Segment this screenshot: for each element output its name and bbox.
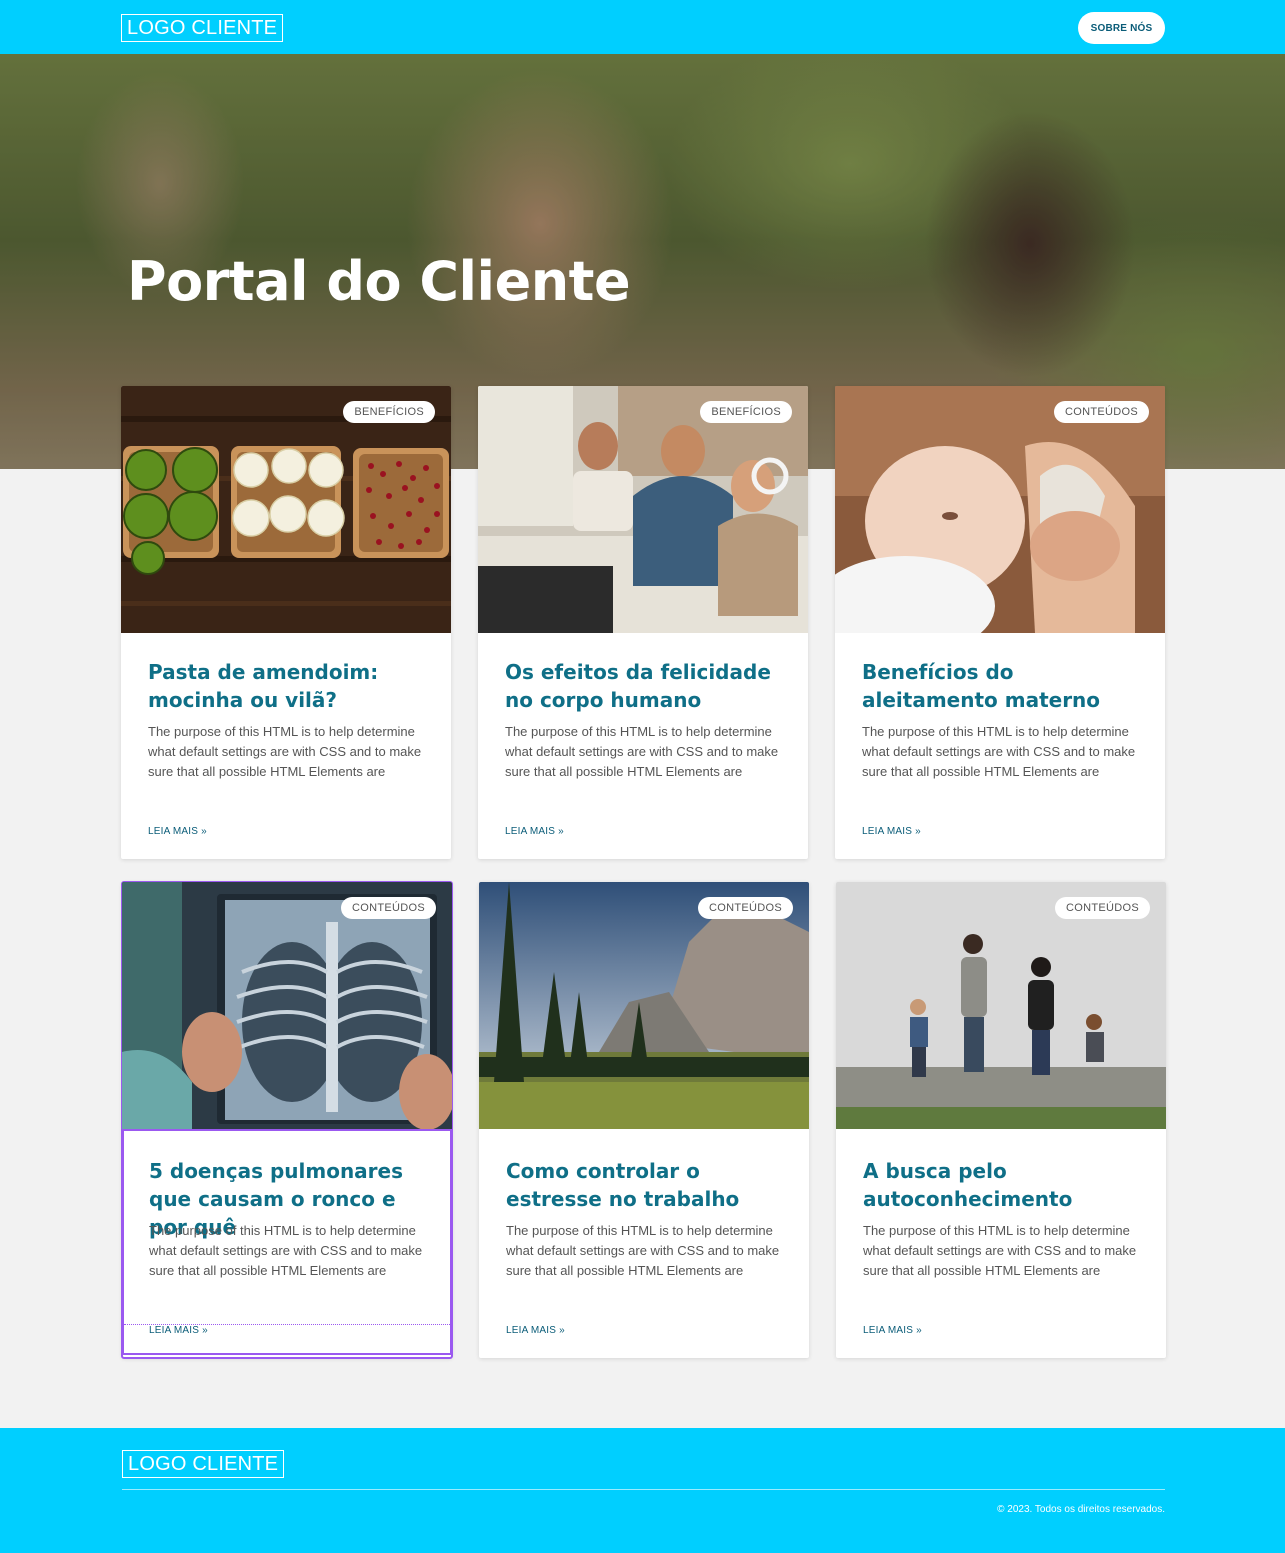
article-card[interactable]: CONTEÚDOS Como controlar o estresse no t…: [479, 882, 809, 1358]
read-more-link[interactable]: LEIA MAIS »: [148, 826, 207, 837]
category-badge[interactable]: BENEFÍCIOS: [343, 401, 435, 423]
article-card[interactable]: CONTEÚDOS 5 doenças pulmonares que causa…: [121, 881, 453, 1359]
read-more-link[interactable]: LEIA MAIS »: [506, 1325, 565, 1336]
article-card[interactable]: CONTEÚDOS Benefícios do aleitamento mate…: [835, 386, 1165, 859]
read-more-link[interactable]: LEIA MAIS »: [505, 826, 564, 837]
read-more-link[interactable]: LEIA MAIS »: [862, 826, 921, 837]
site-header: LOGO CLIENTE SOBRE NÓS: [0, 0, 1285, 54]
article-excerpt: The purpose of this HTML is to help dete…: [863, 1223, 1137, 1278]
article-title[interactable]: Benefícios do aleitamento materno: [862, 658, 1147, 714]
copyright-text: © 2023. Todos os direitos reservados.: [997, 1504, 1165, 1515]
article-image[interactable]: CONTEÚDOS: [479, 882, 809, 1129]
article-image[interactable]: BENEFÍCIOS: [478, 386, 808, 633]
header-logo[interactable]: LOGO CLIENTE: [121, 14, 284, 42]
category-badge[interactable]: CONTEÚDOS: [341, 897, 436, 919]
site-footer: LOGO CLIENTE © 2023. Todos os direitos r…: [0, 1428, 1285, 1553]
article-card[interactable]: BENEFÍCIOS Pasta de amendoim: mocinha ou…: [121, 386, 451, 859]
footer-logo[interactable]: LOGO CLIENTE: [122, 1450, 285, 1478]
category-badge[interactable]: CONTEÚDOS: [1055, 897, 1150, 919]
article-card[interactable]: BENEFÍCIOS Os efeitos da felicidade no c…: [478, 386, 808, 859]
article-image[interactable]: CONTEÚDOS: [836, 882, 1166, 1129]
category-badge[interactable]: BENEFÍCIOS: [700, 401, 792, 423]
article-image[interactable]: CONTEÚDOS: [835, 386, 1165, 633]
article-excerpt: The purpose of this HTML is to help dete…: [862, 724, 1136, 779]
page-title: Portal do Cliente: [127, 250, 631, 313]
article-title[interactable]: A busca pelo autoconhecimento: [863, 1157, 1148, 1213]
footer-divider: [122, 1489, 1165, 1490]
article-title[interactable]: Pasta de amendoim: mocinha ou vilã?: [148, 658, 433, 714]
article-excerpt: The purpose of this HTML is to help dete…: [505, 724, 779, 779]
article-card[interactable]: CONTEÚDOS A busca pelo autoconhecimento …: [836, 882, 1166, 1358]
article-excerpt: The purpose of this HTML is to help dete…: [506, 1223, 780, 1278]
article-title[interactable]: Os efeitos da felicidade no corpo humano: [505, 658, 790, 714]
category-badge[interactable]: CONTEÚDOS: [698, 897, 793, 919]
category-badge[interactable]: CONTEÚDOS: [1054, 401, 1149, 423]
read-more-link[interactable]: LEIA MAIS »: [863, 1325, 922, 1336]
article-excerpt: The purpose of this HTML is to help dete…: [148, 724, 422, 779]
article-title[interactable]: Como controlar o estresse no trabalho: [506, 1157, 791, 1213]
about-us-button[interactable]: SOBRE NÓS: [1078, 12, 1165, 44]
article-image[interactable]: CONTEÚDOS: [122, 882, 452, 1129]
selection-guide: [124, 1324, 450, 1325]
selection-outline: [122, 1129, 452, 1355]
article-image[interactable]: BENEFÍCIOS: [121, 386, 451, 633]
